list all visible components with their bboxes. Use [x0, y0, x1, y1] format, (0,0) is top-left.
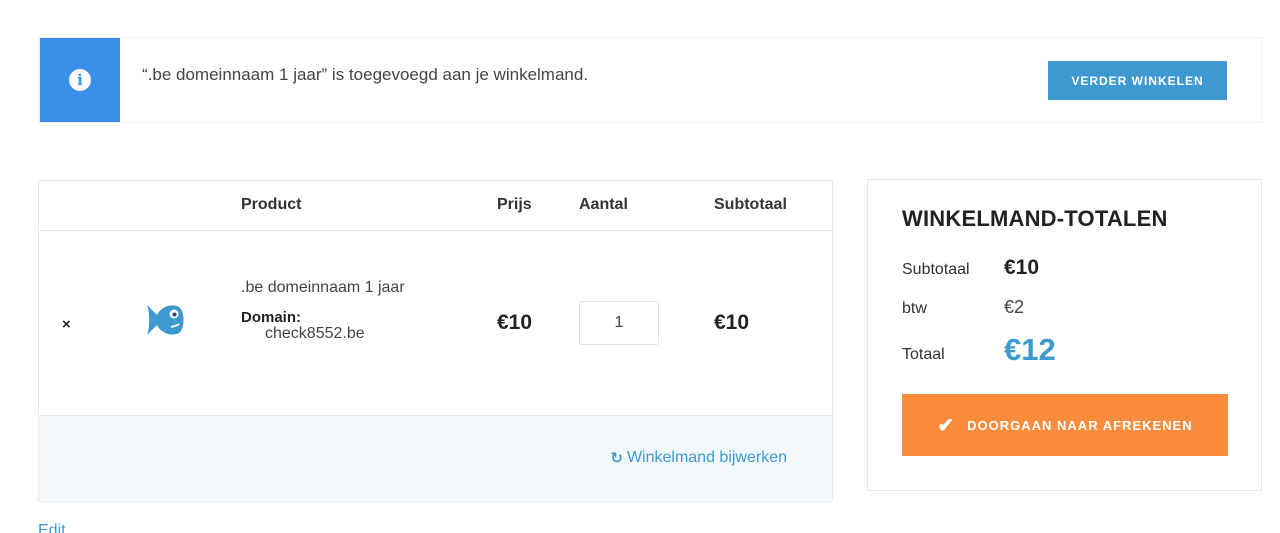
total-label: Totaal [902, 346, 945, 363]
notice-icon-box: i [40, 38, 120, 122]
subtotal-value: €10 [1004, 256, 1040, 279]
total-value: €12 [1004, 332, 1056, 367]
quantity-input[interactable] [579, 301, 659, 345]
info-icon: i [69, 69, 91, 91]
item-subtotal: €10 [714, 311, 750, 334]
cart-table: Product Prijs Aantal Subtotaal × .be dom… [38, 180, 833, 502]
fish-logo-icon[interactable] [141, 299, 185, 341]
tax-value: €2 [1004, 297, 1025, 317]
proceed-to-checkout-button[interactable]: ✔ DOORGAAN NAAR AFREKENEN [902, 394, 1228, 456]
cart-totals-panel: WINKELMAND-TOTALEN Subtotaal €10 btw €2 … [867, 179, 1262, 491]
cart-notice: i “.be domeinnaam 1 jaar” is toegevoegd … [39, 37, 1262, 123]
update-cart-button[interactable]: ↻ Winkelmand bijwerken [610, 449, 787, 467]
checkout-label: DOORGAAN NAAR AFREKENEN [967, 417, 1193, 433]
cart-totals-title: WINKELMAND-TOTALEN [902, 206, 1168, 231]
continue-shopping-button[interactable]: VERDER WINKELEN [1048, 61, 1227, 100]
refresh-icon: ↻ [610, 450, 623, 467]
product-meta-value: check8552.be [265, 325, 365, 342]
tax-label: btw [902, 300, 927, 317]
cart-item-row: × .be domeinnaam 1 jaar Domain: check855… [39, 181, 832, 365]
item-price: €10 [497, 311, 533, 334]
cart-table-footer: ↻ Winkelmand bijwerken [39, 415, 832, 501]
notice-message: “.be domeinnaam 1 jaar” is toegevoegd aa… [142, 65, 589, 84]
product-name[interactable]: .be domeinnaam 1 jaar [241, 279, 405, 297]
checkmark-icon: ✔ [937, 414, 956, 437]
subtotal-label: Subtotaal [902, 261, 970, 278]
edit-link[interactable]: Edit [38, 522, 66, 533]
product-meta-label: Domain: [241, 309, 301, 326]
remove-item-icon[interactable]: × [62, 316, 71, 333]
update-cart-label: Winkelmand bijwerken [626, 449, 787, 466]
